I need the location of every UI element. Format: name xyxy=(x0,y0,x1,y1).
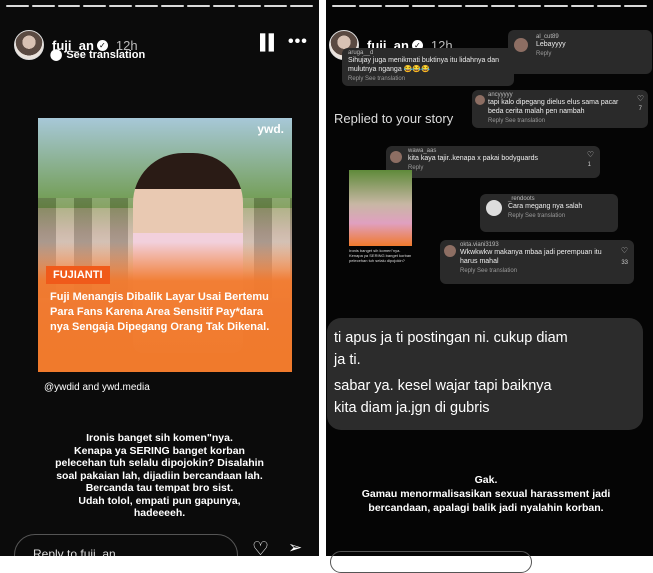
thumbnail-caption: Ironis banget sih komen"nya. Kenapa ya S… xyxy=(349,248,412,263)
comment-actions: Reply See translation xyxy=(488,118,546,124)
pause-icon[interactable]: ▌▌ xyxy=(260,34,279,51)
progress-segment xyxy=(544,5,568,7)
like-heart-icon: ♡ xyxy=(620,246,628,255)
progress-segment xyxy=(212,5,236,7)
progress-segment xyxy=(83,5,107,7)
progress-segment xyxy=(491,5,515,7)
comment-actions: Reply xyxy=(408,165,424,171)
comment-actions: Reply See translation xyxy=(348,76,406,82)
comment-text: tapi kalo dipegang dielus elus sama paca… xyxy=(488,99,619,115)
progress-segment xyxy=(385,5,409,7)
progress-segment xyxy=(264,5,288,7)
caption-line: soal pakaian lah, dijadiin bercandaan la… xyxy=(56,469,263,482)
comment-text: Lebayyyy xyxy=(536,41,566,48)
story-panel-left: fuji_an ✓ 12h ⬤ See translation ▌▌ ••• y… xyxy=(0,0,319,556)
progress-segment xyxy=(438,5,462,7)
comment-screenshot: okta.viani3193 Wkwkwkw makanya mbaa jadi… xyxy=(440,240,634,284)
progress-segment xyxy=(6,5,29,7)
brand-logo: ywd. xyxy=(257,122,284,136)
see-translation-button[interactable]: ⬤ See translation xyxy=(50,48,146,62)
commenter-avatar xyxy=(444,245,456,257)
progress-segment xyxy=(135,5,158,7)
comment-text: Wkwkwkw makanya mbaa jadi perempuan itu … xyxy=(460,249,602,265)
progress-segment xyxy=(290,5,313,7)
commenter-avatar xyxy=(475,95,485,105)
story-progress-bars xyxy=(6,5,313,7)
reply-input[interactable] xyxy=(330,551,532,573)
caption-line: Gamau menormalisasikan sexual harassment… xyxy=(361,488,611,500)
progress-segment xyxy=(358,5,382,7)
progress-segment xyxy=(464,5,488,7)
heart-icon[interactable]: ♡ xyxy=(252,538,269,556)
progress-segment xyxy=(57,5,81,7)
comment-screenshot: al_cut89 Lebayyyy Reply xyxy=(508,30,652,74)
comment-screenshot: aruga__d Sihujay juga menikmati buktinya… xyxy=(342,48,514,86)
reply-placeholder: Reply to fuji_an xyxy=(33,547,116,556)
replied-to-story-label: Replied to your story xyxy=(334,111,454,126)
caption-line: bercandaan, apalagi balik jadi nyalahin … xyxy=(368,502,604,514)
news-headline: Fuji Menangis Dibalik Layar Usai Bertemu… xyxy=(50,291,270,333)
comment-text: kita kaya tajir..kenapa x pakai bodyguar… xyxy=(408,155,538,162)
bubble-line: kita diam ja.jgn di gubris xyxy=(334,400,490,416)
story-thumbnail[interactable] xyxy=(349,170,412,246)
progress-segment xyxy=(570,5,594,7)
progress-segment xyxy=(597,5,621,7)
progress-segment xyxy=(238,5,262,7)
commenter-avatar xyxy=(514,38,528,52)
caption-line: Kenapa ya SERING banget korban xyxy=(74,444,245,457)
comment-actions: Reply xyxy=(536,51,552,57)
bubble-line: ja ti. xyxy=(334,352,361,368)
commenter-avatar xyxy=(390,151,402,163)
caption-line: pelecehan tuh selalu dipojokin? Disalahi… xyxy=(55,457,264,469)
progress-segment xyxy=(332,5,356,7)
commenter-avatar xyxy=(486,200,502,216)
like-heart-icon: ♡ xyxy=(586,150,594,159)
comment-screenshot: _rendoots Cara megang nya salah Reply Se… xyxy=(480,194,618,232)
avatar[interactable] xyxy=(14,30,44,60)
story-progress-bars xyxy=(332,5,647,7)
news-image-card: ywd. FUJIANTI Fuji Menangis Dibalik Laya… xyxy=(38,118,292,372)
translate-icon: ⬤ xyxy=(50,49,63,61)
progress-segment xyxy=(411,5,435,7)
caption-line: hadeeeeh. xyxy=(133,507,186,519)
like-count: 33 xyxy=(621,260,628,266)
progress-segment xyxy=(517,5,541,7)
progress-segment xyxy=(109,5,133,7)
story-caption: Ironis banget sih komen"nya. Kenapa ya S… xyxy=(20,432,299,520)
caption-line: Ironis banget sih komen"nya. xyxy=(86,432,233,444)
progress-segment xyxy=(31,5,55,7)
caption-line: Gak. xyxy=(474,474,498,486)
bubble-line: sabar ya. kesel wajar tapi baiknya xyxy=(334,378,552,394)
like-heart-icon: ♡ xyxy=(636,94,644,103)
more-options-icon[interactable]: ••• xyxy=(288,33,308,51)
comment-screenshot: ancyyyyy tapi kalo dipegang dielus elus … xyxy=(472,90,648,128)
progress-segment xyxy=(186,5,210,7)
story-caption-right: Gak. Gamau menormalisasikan sexual haras… xyxy=(336,473,636,515)
comment-actions: Reply See translation xyxy=(508,213,566,219)
progress-segment xyxy=(623,5,647,7)
send-icon[interactable]: ➢ xyxy=(288,538,302,556)
caption-line: Udah tolol, empati pun gapunya, xyxy=(78,494,241,507)
caption-line: Bercanda tau tempat bro sist. xyxy=(85,482,234,494)
progress-segment xyxy=(160,5,184,7)
mention-credit[interactable]: @ywdid and ywd.media xyxy=(44,382,150,393)
comment-text: Sihujay juga menikmati buktinya itu lida… xyxy=(348,57,499,73)
comment-actions: Reply See translation xyxy=(460,268,518,274)
see-translation-label: See translation xyxy=(66,48,146,61)
bubble-line: ti apus ja ti postingan ni. cukup diam xyxy=(334,330,568,346)
comment-screenshot: wawa_aas kita kaya tajir..kenapa x pakai… xyxy=(386,146,600,178)
like-count: 7 xyxy=(638,106,642,112)
reply-input[interactable]: Reply to fuji_an xyxy=(14,534,238,556)
comment-text: Cara megang nya salah xyxy=(508,203,583,210)
name-tag: FUJIANTI xyxy=(46,266,110,284)
like-count: 1 xyxy=(587,162,591,168)
